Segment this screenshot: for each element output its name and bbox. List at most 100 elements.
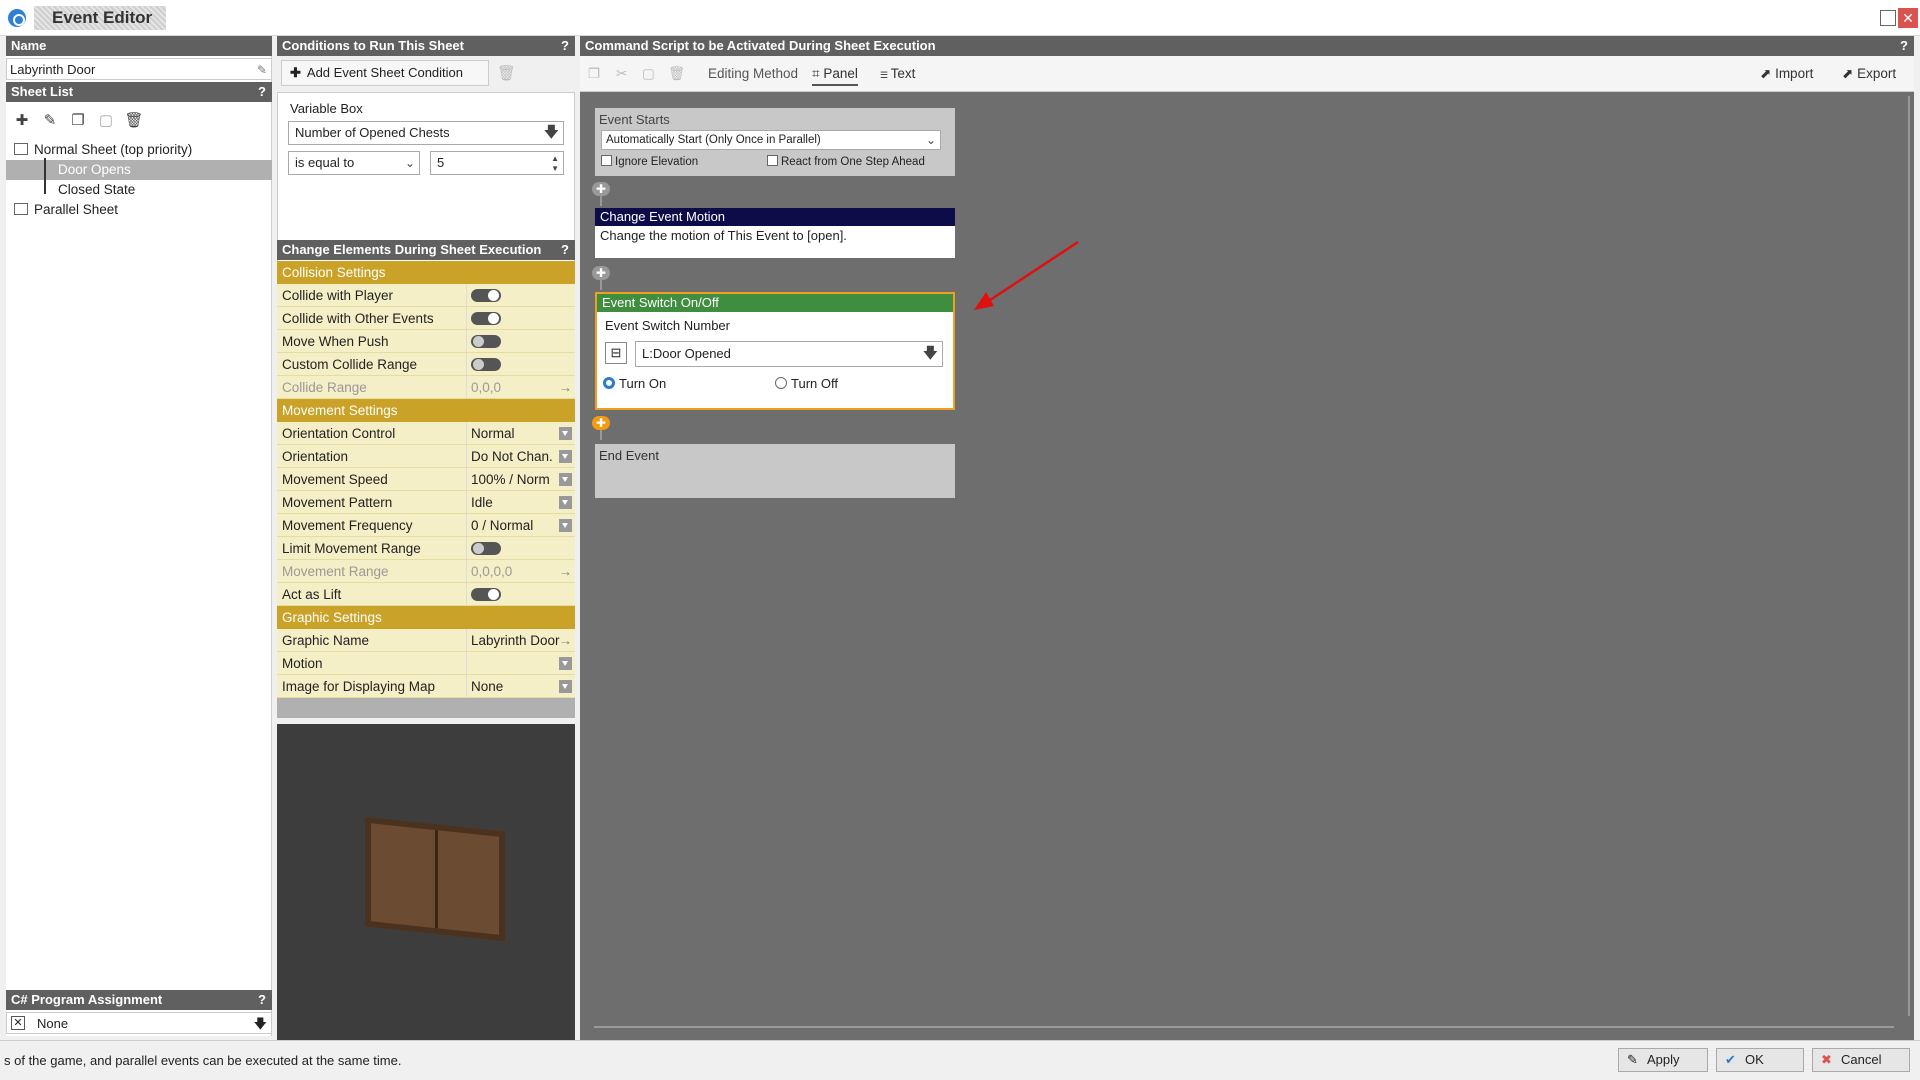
element-row[interactable]: Collide Range 0,0,0 → <box>277 376 575 399</box>
toggle-switch[interactable] <box>471 312 501 325</box>
element-value[interactable]: Normal <box>467 422 575 444</box>
element-row[interactable]: Image for Displaying Map None <box>277 675 575 698</box>
element-value[interactable]: None <box>467 675 575 697</box>
dropdown-icon[interactable] <box>559 496 572 509</box>
close-icon[interactable]: ✕ <box>1898 8 1918 28</box>
trash-icon[interactable]: 🗑 <box>124 111 144 129</box>
element-row[interactable]: Custom Collide Range <box>277 353 575 376</box>
arrow-right-icon[interactable]: → <box>559 376 573 398</box>
panel-tab[interactable]: ⌗ Panel <box>812 66 858 86</box>
turn-on-radio[interactable]: Turn On <box>603 376 666 391</box>
element-value[interactable]: 0,0,0 → <box>467 376 575 398</box>
element-value[interactable] <box>467 537 575 559</box>
element-row[interactable]: Collide with Other Events <box>277 307 575 330</box>
chevron-down-icon[interactable]: ⌄ <box>926 131 936 149</box>
horizontal-scrollbar[interactable] <box>594 1026 1894 1028</box>
tree-item-parallel-sheet[interactable]: Parallel Sheet <box>14 200 264 220</box>
toggle-switch[interactable] <box>471 289 501 302</box>
csharp-select[interactable]: ✕ None 🡇 <box>6 1012 272 1034</box>
end-event-block[interactable]: End Event <box>595 444 955 498</box>
name-input[interactable]: Labyrinth Door ✎ <box>6 58 272 80</box>
insert-command-button[interactable]: ✚ <box>592 182 610 196</box>
switch-select[interactable]: L:Door Opened 🡇 <box>635 341 943 367</box>
value-stepper[interactable]: 5 ▲ ▼ <box>430 151 564 175</box>
pencil-icon[interactable]: ✎ <box>257 63 267 77</box>
element-value[interactable]: Labyrinth Door → <box>467 629 575 651</box>
toggle-switch[interactable] <box>471 335 501 348</box>
insert-command-button-active[interactable]: ✚ <box>592 416 610 430</box>
insert-command-button[interactable]: ✚ <box>592 266 610 280</box>
element-value[interactable] <box>467 583 575 605</box>
dropdown-arrow-icon[interactable]: 🡇 <box>544 122 559 144</box>
chevron-down-icon[interactable]: ⌄ <box>405 152 415 174</box>
change-motion-block[interactable]: Change Event Motion Change the motion of… <box>595 208 955 258</box>
section-header[interactable]: Graphic Settings <box>277 606 575 629</box>
element-row[interactable]: Collide with Player <box>277 284 575 307</box>
add-condition-button[interactable]: ✚ Add Event Sheet Condition <box>281 60 489 86</box>
switch-type-icon[interactable]: ⊟ <box>605 342 627 364</box>
element-row[interactable]: Move When Push <box>277 330 575 353</box>
element-row[interactable]: Movement Frequency 0 / Normal <box>277 514 575 537</box>
trigger-select[interactable]: Automatically Start (Only Once in Parall… <box>601 130 941 150</box>
section-header[interactable]: Collision Settings <box>277 261 575 284</box>
add-icon[interactable]: ✚ <box>12 111 32 129</box>
toggle-switch[interactable] <box>471 588 501 601</box>
element-row[interactable]: Movement Pattern Idle <box>277 491 575 514</box>
element-row[interactable]: Movement Speed 100% / Norm <box>277 468 575 491</box>
tree-item-normal-sheet[interactable]: Normal Sheet (top priority) <box>14 140 264 160</box>
cancel-button[interactable]: ✖ Cancel <box>1812 1048 1910 1072</box>
element-value[interactable]: Do Not Chan. <box>467 445 575 467</box>
clear-icon[interactable]: ✕ <box>11 1016 25 1030</box>
vertical-scrollbar[interactable] <box>1908 96 1910 1016</box>
section-header[interactable]: Movement Settings <box>277 399 575 422</box>
turn-off-radio[interactable]: Turn Off <box>775 376 838 391</box>
dropdown-icon[interactable] <box>559 680 572 693</box>
operator-select[interactable]: is equal to ⌄ <box>288 151 420 175</box>
react-one-step-checkbox[interactable]: React from One Step Ahead <box>767 155 925 168</box>
export-button[interactable]: ⬈ Export <box>1842 66 1896 82</box>
dropdown-icon[interactable] <box>559 519 572 532</box>
stepper-arrows-icon[interactable]: ▲ ▼ <box>551 154 559 174</box>
copy-icon[interactable]: ❐ <box>68 111 88 129</box>
trash-icon[interactable]: 🗑 <box>497 64 516 82</box>
event-starts-block[interactable]: Event Starts Automatically Start (Only O… <box>595 108 955 176</box>
copy-icon[interactable]: ❐ <box>588 66 600 82</box>
element-value[interactable] <box>467 353 575 375</box>
element-value[interactable] <box>467 307 575 329</box>
ok-button[interactable]: ✔ OK <box>1716 1048 1804 1072</box>
element-value[interactable] <box>467 284 575 306</box>
toggle-switch[interactable] <box>471 358 501 371</box>
dropdown-icon[interactable] <box>559 473 572 486</box>
dropdown-arrow-icon[interactable]: 🡇 <box>254 1015 267 1037</box>
element-row[interactable]: Graphic Name Labyrinth Door → <box>277 629 575 652</box>
element-value[interactable] <box>467 330 575 352</box>
toggle-switch[interactable] <box>471 542 501 555</box>
dropdown-icon[interactable] <box>559 427 572 440</box>
help-icon[interactable]: ? <box>258 85 266 99</box>
text-tab[interactable]: ☰ Text <box>880 66 915 81</box>
help-icon[interactable]: ? <box>561 243 569 257</box>
dropdown-arrow-icon[interactable]: 🡇 <box>923 342 938 366</box>
element-row[interactable]: Orientation Control Normal <box>277 422 575 445</box>
help-icon[interactable]: ? <box>1900 39 1908 53</box>
element-value[interactable]: 100% / Norm <box>467 468 575 490</box>
apply-button[interactable]: ✎ Apply <box>1618 1048 1708 1072</box>
element-row[interactable]: Movement Range 0,0,0,0 → <box>277 560 575 583</box>
element-value[interactable]: Idle <box>467 491 575 513</box>
tree-item-closed-state[interactable]: Closed State <box>58 180 258 200</box>
trash-icon[interactable]: 🗑 <box>668 66 685 82</box>
element-row[interactable]: Orientation Do Not Chan. <box>277 445 575 468</box>
element-row[interactable]: Act as Lift <box>277 583 575 606</box>
arrow-right-icon[interactable]: → <box>559 629 573 651</box>
dropdown-icon[interactable] <box>559 657 572 670</box>
element-row[interactable]: Limit Movement Range <box>277 537 575 560</box>
help-icon[interactable]: ? <box>258 993 266 1007</box>
element-value[interactable]: 0,0,0,0 → <box>467 560 575 582</box>
arrow-right-icon[interactable]: → <box>559 560 573 582</box>
ignore-elevation-checkbox[interactable]: Ignore Elevation <box>601 155 698 168</box>
dropdown-icon[interactable] <box>559 450 572 463</box>
element-row[interactable]: Motion <box>277 652 575 675</box>
edit-icon[interactable]: ✎ <box>40 111 60 129</box>
import-button[interactable]: ⬈ Import <box>1760 66 1813 82</box>
variable-select[interactable]: Number of Opened Chests 🡇 <box>288 121 564 145</box>
